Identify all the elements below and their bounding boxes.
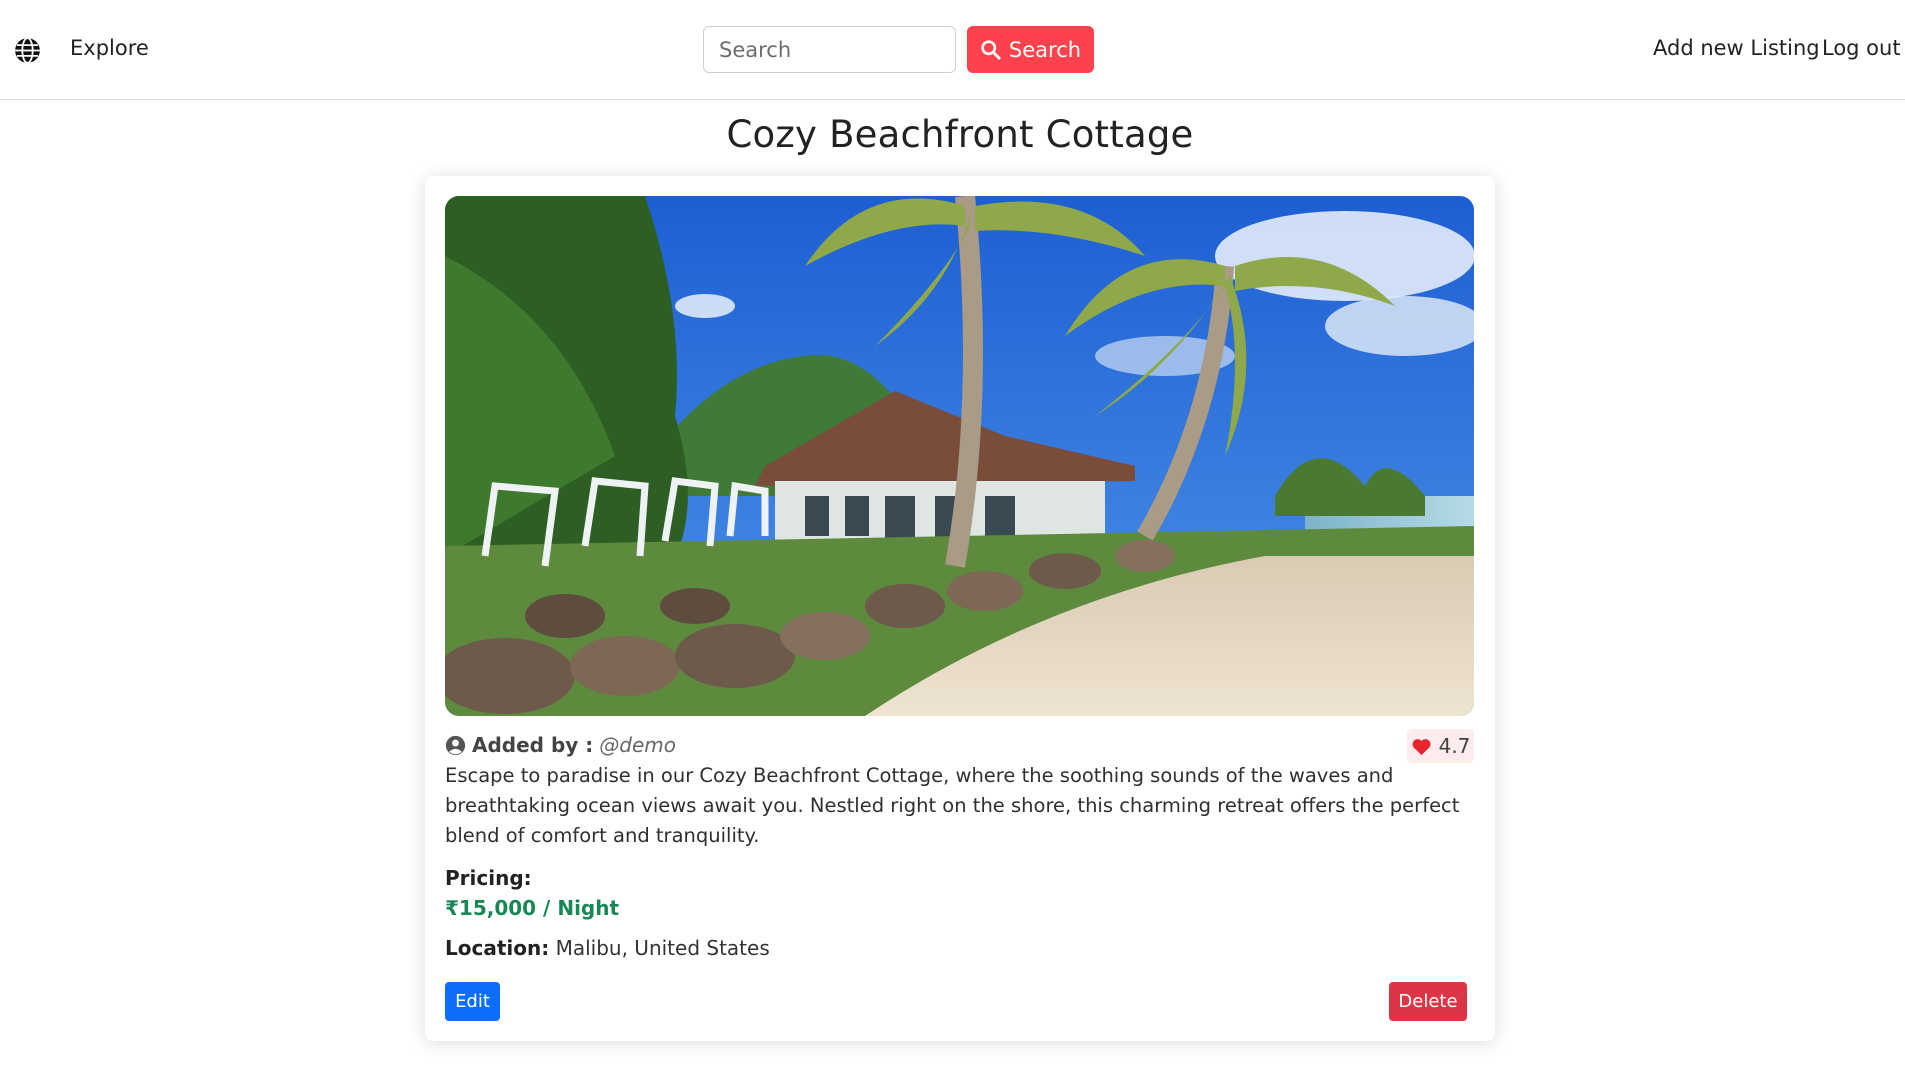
- delete-button[interactable]: Delete: [1389, 982, 1467, 1021]
- location-label: Location:: [445, 936, 550, 960]
- owner-handle: @demo: [599, 733, 676, 757]
- edit-button[interactable]: Edit: [445, 982, 500, 1021]
- rating-value: 4.7: [1438, 734, 1471, 758]
- nav-add-listing-link[interactable]: Add new Listing: [1653, 36, 1820, 60]
- globe-icon[interactable]: [14, 37, 41, 64]
- nav-explore-link[interactable]: Explore: [70, 36, 149, 60]
- navbar: Explore Search Add new Listing Log out: [0, 0, 1905, 100]
- location-value: Malibu, United States: [555, 936, 770, 960]
- listing-image: [445, 196, 1474, 716]
- price-value: ₹15,000 / Night: [445, 896, 620, 920]
- magnifier-icon: [981, 40, 1001, 60]
- pricing-label: Pricing:: [445, 866, 532, 890]
- user-circle-icon: [445, 735, 466, 755]
- search-button-label: Search: [1008, 37, 1082, 62]
- listing-card: Added by : @demo 4.7 Escape to paradise …: [425, 176, 1495, 1041]
- search-input[interactable]: [703, 26, 956, 73]
- owner-row: Added by : @demo: [445, 730, 676, 760]
- rating-badge[interactable]: 4.7: [1407, 729, 1474, 763]
- location-row: Location: Malibu, United States: [445, 936, 770, 960]
- page-title: Cozy Beachfront Cottage: [726, 113, 1194, 156]
- search-button[interactable]: Search: [967, 26, 1094, 73]
- nav-logout-link[interactable]: Log out: [1822, 36, 1901, 60]
- owner-label: Added by :: [472, 733, 594, 757]
- heart-icon: [1412, 738, 1431, 755]
- listing-description: Escape to paradise in our Cozy Beachfron…: [445, 764, 1460, 847]
